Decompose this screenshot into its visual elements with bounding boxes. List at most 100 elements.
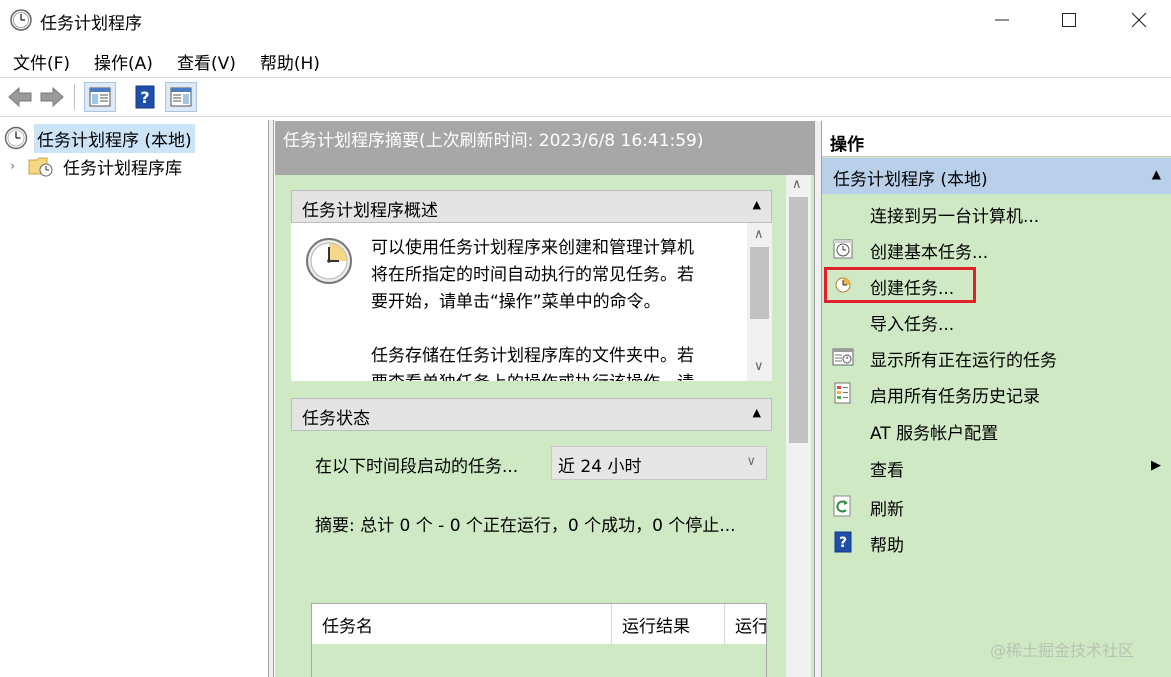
- summary-scrollbar[interactable]: ∧: [786, 175, 811, 677]
- action-enable-task-history[interactable]: 启用所有任务历史记录: [822, 376, 1171, 410]
- column-header-run-result[interactable]: 运行结果: [612, 604, 725, 644]
- action-connect-another-computer[interactable]: 连接到另一台计算机...: [822, 196, 1171, 230]
- period-dropdown[interactable]: 近 24 小时 ∨: [551, 446, 767, 480]
- column-header-task-name[interactable]: 任务名: [312, 604, 612, 644]
- table-header: 任务名 运行结果 运行: [312, 604, 766, 644]
- action-pane-icon: [170, 87, 192, 107]
- action-create-basic-task[interactable]: 创建基本任务...: [822, 232, 1171, 266]
- overview-section-header[interactable]: 任务计划程序概述 ▲: [291, 190, 772, 223]
- show-hide-console-tree-button[interactable]: [84, 82, 116, 112]
- period-label: 在以下时间段启动的任务...: [315, 457, 519, 477]
- overview-line: [371, 316, 731, 343]
- overview-section-title: 任务计划程序概述: [302, 201, 438, 221]
- minimize-icon: [995, 19, 1009, 21]
- menu-file[interactable]: 文件(F): [0, 44, 82, 76]
- pane-splitter-right[interactable]: [814, 121, 822, 677]
- action-help[interactable]: ? 帮助: [822, 525, 1171, 559]
- maximize-button[interactable]: [1040, 0, 1098, 40]
- highlight-box: [824, 267, 976, 303]
- status-section-header[interactable]: 任务状态 ▲: [291, 398, 772, 431]
- status-section-title: 任务状态: [302, 409, 370, 429]
- help-icon: ?: [135, 85, 155, 109]
- action-label: AT 服务帐户配置: [870, 424, 999, 444]
- menu-action[interactable]: 操作(A): [82, 44, 165, 76]
- help-icon: ?: [834, 531, 852, 553]
- tree-item-task-scheduler-library[interactable]: › 任务计划程序库: [10, 152, 185, 180]
- action-label: 显示所有正在运行的任务: [870, 351, 1057, 371]
- scrollbar-thumb[interactable]: [789, 197, 808, 443]
- action-view[interactable]: 查看 ▶: [822, 450, 1171, 484]
- actions-title: 操作: [822, 121, 1171, 157]
- overview-line: 要查看单独任务上的操作或执行该操作，请: [371, 370, 731, 381]
- console-tree-icon: [89, 87, 111, 107]
- basic-task-icon: [833, 239, 853, 259]
- large-clock-icon: [306, 238, 352, 284]
- scroll-down-icon[interactable]: ∨: [754, 359, 764, 374]
- console-tree: 任务计划程序 (本地) › 任务计划程序库: [0, 120, 269, 677]
- scroll-up-icon[interactable]: ∧: [792, 177, 802, 192]
- scrollbar-thumb[interactable]: [750, 247, 769, 319]
- tree-item-task-scheduler-local[interactable]: 任务计划程序 (本地): [4, 123, 195, 153]
- forward-button[interactable]: [36, 82, 68, 112]
- close-button[interactable]: [1110, 0, 1168, 40]
- window-title: 任务计划程序: [40, 14, 142, 34]
- actions-group-label: 任务计划程序 (本地): [833, 170, 988, 190]
- expand-chevron-icon[interactable]: ›: [10, 159, 28, 174]
- help-toolbar-button[interactable]: ?: [129, 82, 161, 112]
- status-summary: 摘要: 总计 0 个 - 0 个正在运行，0 个成功，0 个停止...: [315, 516, 736, 536]
- menu-help[interactable]: 帮助(H): [248, 44, 332, 76]
- actions-pane: 操作 任务计划程序 (本地) ▲ 连接到另一台计算机... 创建基本任务... …: [822, 121, 1171, 677]
- action-at-service-account[interactable]: AT 服务帐户配置: [822, 413, 1171, 447]
- back-arrow-icon: [8, 86, 32, 108]
- action-label: 启用所有任务历史记录: [870, 387, 1040, 407]
- pane-splitter-left[interactable]: [269, 120, 274, 677]
- forward-arrow-icon: [40, 86, 64, 108]
- chevron-down-icon: ∨: [746, 454, 756, 469]
- overview-line: 任务存储在任务计划程序库的文件夹中。若: [371, 346, 694, 366]
- summary-header: 任务计划程序摘要(上次刷新时间: 2023/6/8 16:41:59): [275, 121, 814, 175]
- action-label: 刷新: [870, 500, 904, 520]
- overview-content: 可以使用任务计划程序来创建和管理计算机 将在所指定的时间自动执行的常见任务。若 …: [291, 223, 772, 381]
- collapse-icon[interactable]: ▲: [753, 198, 761, 211]
- close-icon: [1131, 12, 1147, 28]
- toolbar: ?: [0, 77, 1171, 117]
- submenu-arrow-icon: ▶: [1151, 458, 1161, 473]
- task-status-table: 任务名 运行结果 运行: [311, 603, 767, 677]
- overview-line: 要开始，请单击“操作”菜单中的命令。: [371, 292, 661, 312]
- folder-clock-icon: [28, 157, 53, 177]
- back-button[interactable]: [4, 82, 36, 112]
- overview-scrollbar[interactable]: ∧ ∨: [747, 223, 772, 381]
- tree-item-label: 任务计划程序库: [63, 158, 182, 179]
- action-label: 帮助: [870, 536, 904, 556]
- title-bar: 任务计划程序: [0, 0, 1171, 40]
- running-tasks-icon: [832, 348, 854, 366]
- tree-item-label: 任务计划程序 (本地): [34, 123, 195, 153]
- history-icon: [834, 382, 851, 404]
- status-content: 在以下时间段启动的任务... 近 24 小时 ∨ 摘要: 总计 0 个 - 0 …: [291, 433, 772, 677]
- refresh-icon: [833, 495, 851, 517]
- menu-view[interactable]: 查看(V): [165, 44, 248, 76]
- maximize-icon: [1062, 13, 1076, 27]
- overview-line: 可以使用任务计划程序来创建和管理计算机: [371, 238, 694, 258]
- actions-group-header[interactable]: 任务计划程序 (本地) ▲: [822, 158, 1171, 194]
- clock-icon: [4, 126, 28, 150]
- period-value: 近 24 小时: [558, 457, 642, 477]
- overview-text: 可以使用任务计划程序来创建和管理计算机 将在所指定的时间自动执行的常见任务。若 …: [371, 235, 731, 381]
- collapse-icon[interactable]: ▲: [753, 406, 761, 419]
- action-import-task[interactable]: 导入任务...: [822, 304, 1171, 338]
- svg-text:?: ?: [140, 88, 149, 107]
- action-refresh[interactable]: 刷新: [822, 489, 1171, 523]
- action-label: 查看: [870, 461, 904, 481]
- menu-bar: 文件(F) 操作(A) 查看(V) 帮助(H): [0, 44, 1171, 76]
- watermark: @稀土掘金技术社区: [990, 641, 1135, 660]
- summary-pane: 任务计划程序摘要(上次刷新时间: 2023/6/8 16:41:59) ∧ 任务…: [275, 121, 814, 677]
- task-scheduler-clock-icon: [10, 9, 32, 31]
- show-hide-action-pane-button[interactable]: [165, 82, 197, 112]
- action-display-running-tasks[interactable]: 显示所有正在运行的任务: [822, 340, 1171, 374]
- minimize-button[interactable]: [973, 0, 1031, 40]
- scroll-up-icon[interactable]: ∧: [754, 227, 764, 242]
- collapse-icon[interactable]: ▲: [1152, 167, 1161, 181]
- action-label: 创建基本任务...: [870, 243, 989, 263]
- action-label: 导入任务...: [870, 315, 955, 335]
- column-header-run[interactable]: 运行: [725, 604, 766, 644]
